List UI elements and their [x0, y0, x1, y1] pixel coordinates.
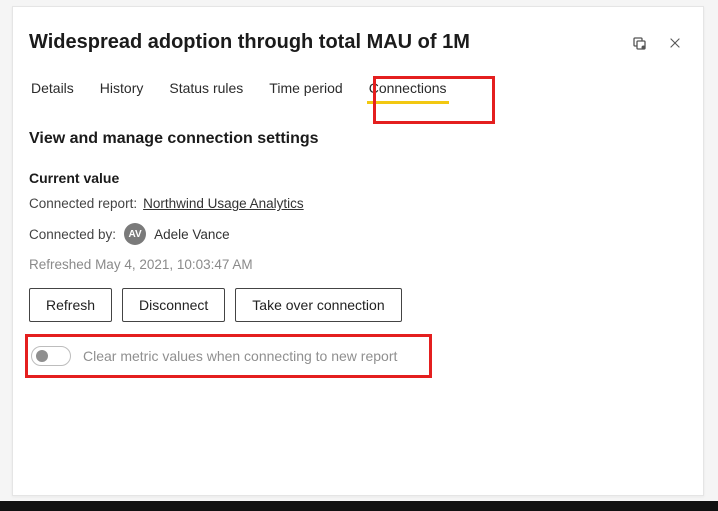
tab-status-rules[interactable]: Status rules [167, 76, 245, 106]
bottom-bar [0, 501, 718, 511]
close-icon[interactable] [667, 35, 683, 51]
copy-icon[interactable] [631, 35, 647, 51]
tab-time-period[interactable]: Time period [267, 76, 344, 106]
disconnect-button[interactable]: Disconnect [122, 288, 225, 322]
clear-values-toggle-label: Clear metric values when connecting to n… [83, 348, 397, 364]
refresh-button[interactable]: Refresh [29, 288, 112, 322]
clear-values-toggle[interactable] [31, 346, 71, 366]
refreshed-value: May 4, 2021, 10:03:47 AM [95, 257, 253, 272]
avatar: AV [124, 223, 146, 245]
current-value-title: Current value [29, 170, 687, 186]
refreshed-label: Refreshed [29, 257, 91, 272]
tab-content: View and manage connection settings Curr… [13, 106, 703, 376]
panel-header: Widespread adoption through total MAU of… [13, 7, 703, 64]
header-actions [631, 35, 683, 51]
connected-report-row: Connected report: Northwind Usage Analyt… [29, 196, 687, 211]
tabs: Details History Status rules Time period… [13, 64, 703, 106]
left-background-fragment [0, 190, 10, 380]
tab-details[interactable]: Details [29, 76, 76, 106]
connected-report-link[interactable]: Northwind Usage Analytics [143, 196, 304, 211]
action-buttons: Refresh Disconnect Take over connection [29, 288, 687, 322]
section-title: View and manage connection settings [29, 130, 687, 148]
toggle-knob [36, 350, 48, 362]
clear-values-toggle-row: Clear metric values when connecting to n… [29, 336, 424, 376]
panel-title: Widespread adoption through total MAU of… [29, 31, 631, 54]
connected-by-name: Adele Vance [154, 227, 230, 242]
tab-history[interactable]: History [98, 76, 146, 106]
refreshed-row: Refreshed May 4, 2021, 10:03:47 AM [29, 257, 687, 272]
details-panel: Widespread adoption through total MAU of… [12, 6, 704, 496]
connected-report-label: Connected report: [29, 196, 137, 211]
connected-by-row: Connected by: AV Adele Vance [29, 223, 687, 245]
tab-connections[interactable]: Connections [367, 76, 449, 106]
connected-by-label: Connected by: [29, 227, 116, 242]
take-over-button[interactable]: Take over connection [235, 288, 401, 322]
